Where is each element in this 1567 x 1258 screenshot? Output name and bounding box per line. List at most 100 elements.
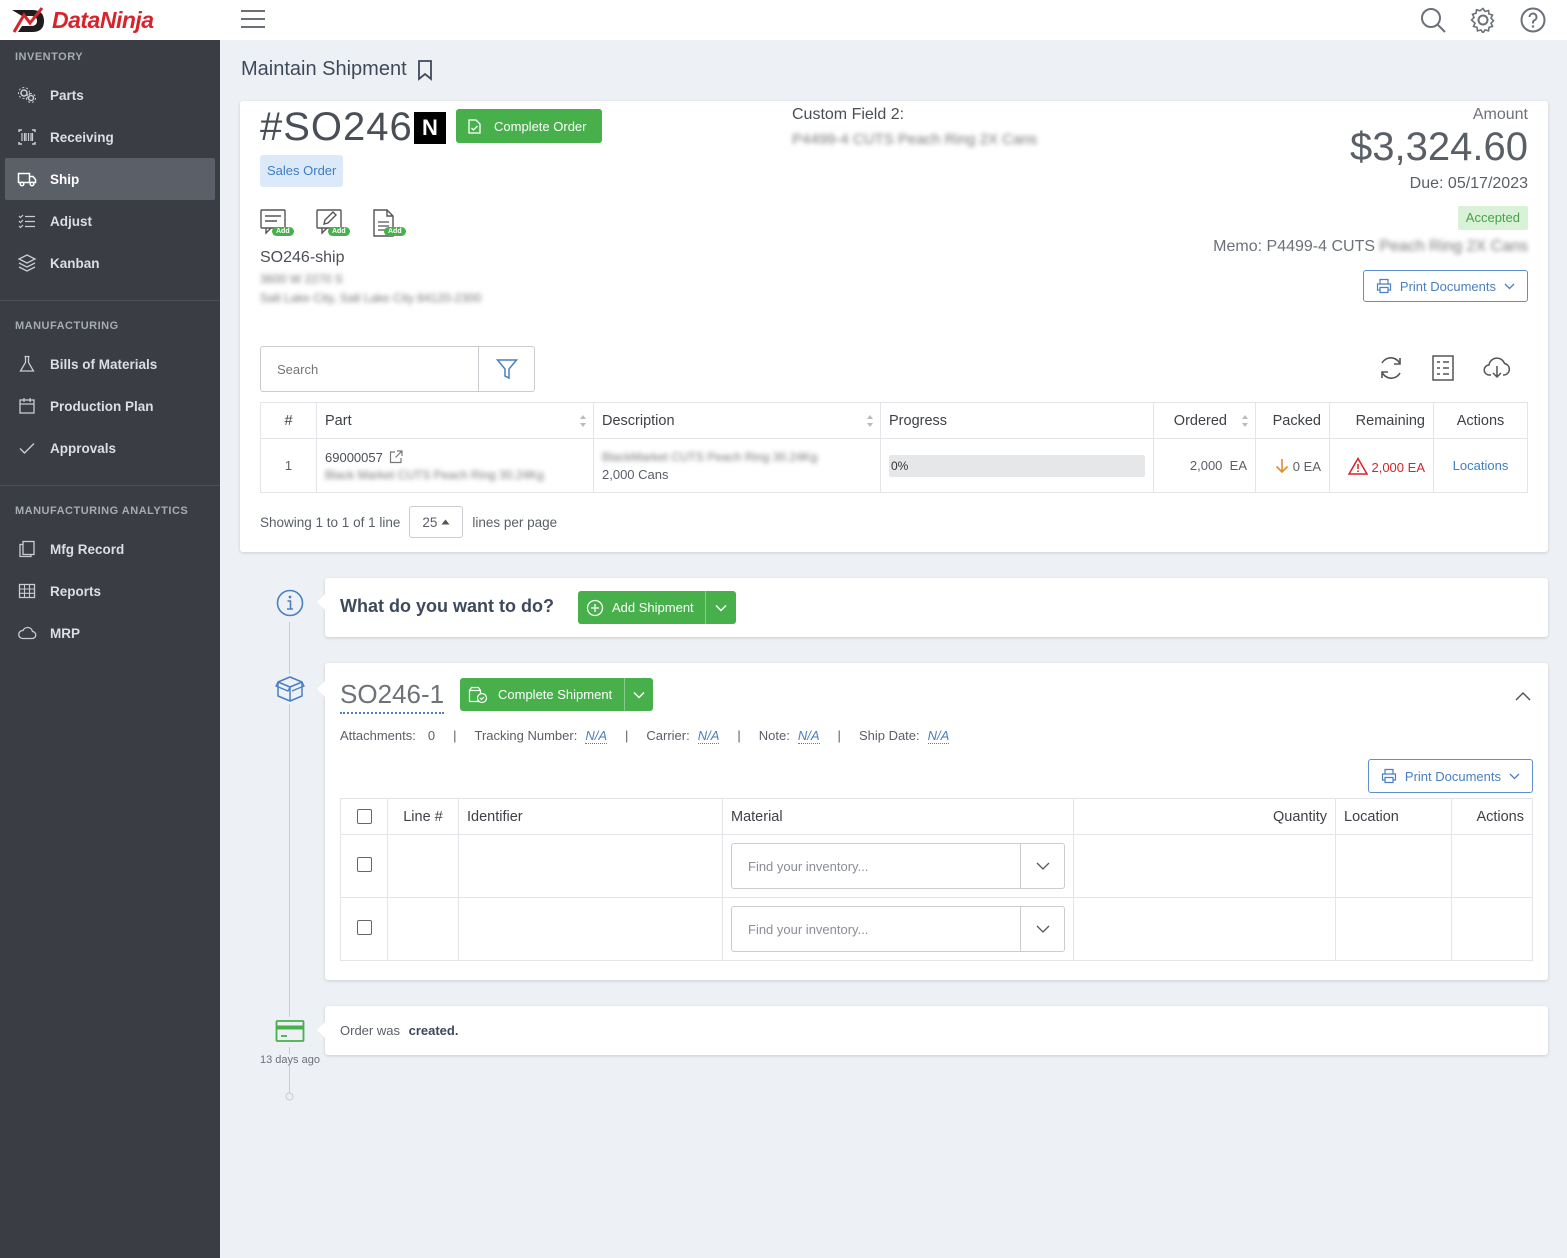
note-value[interactable]: N/A [797,728,820,744]
page-title-text: Maintain Shipment [241,58,407,80]
quantity-cell [1073,834,1336,898]
brand-name: DataNinja [52,6,154,33]
sidebar-item-ship[interactable]: Ship [5,158,215,200]
remaining-unit: EA [1407,459,1425,475]
add-comment-button[interactable]: Add [260,209,294,241]
table-row: Find your inventory... [340,834,1533,898]
complete-shipment-button[interactable]: Complete Shipment [460,678,654,711]
inventory-select[interactable]: Find your inventory... [731,906,1065,952]
help-icon[interactable] [1520,7,1546,33]
due-date: Due: 05/17/2023 [1409,175,1528,192]
ship-date-label: Ship Date: [858,728,920,743]
ship-to-name: SO246-ship [260,249,345,266]
search-icon[interactable] [1420,7,1446,33]
lines-per-page-select[interactable]: 25 [409,506,464,538]
meta-separator: | [453,728,457,743]
sidebar-item-adjust[interactable]: Adjust [5,200,215,242]
column-header-ordered[interactable]: Ordered [1153,402,1256,439]
plus-circle-icon [586,599,604,616]
tracking-value[interactable]: N/A [585,728,607,744]
amount-label: Amount [1472,106,1528,123]
row-checkbox[interactable] [356,920,372,935]
inventory-select[interactable]: Find your inventory... [731,843,1065,889]
box-icon [275,674,305,704]
row-select-cell [340,897,388,961]
location-cell [1335,834,1452,898]
column-header-description[interactable]: Description [593,402,881,439]
ship-to-address-line2: Salt Lake City, Salt Lake City 84120-230… [260,291,482,305]
sidebar-section-manufacturing: MANUFACTURING [15,320,119,332]
event-text: Order was [340,1023,400,1038]
complete-order-button[interactable]: Complete Order [456,109,603,143]
lines-per-page-value: 25 [422,514,438,530]
column-header-label: Ordered [1173,412,1227,429]
add-shipment-button[interactable]: Add Shipment [578,591,736,624]
box-check-icon [468,686,488,703]
sidebar-item-label: Mfg Record [50,541,125,557]
attachments-label: Attachments: [340,728,416,743]
row-checkbox[interactable] [356,857,372,872]
bookmark-icon[interactable] [417,59,433,81]
order-badge: N [414,112,446,144]
event-action: created. [408,1023,459,1038]
packed-unit: EA [1303,458,1321,474]
sidebar-item-approvals[interactable]: Approvals [5,427,215,469]
sidebar-item-mfg-record[interactable]: Mfg Record [5,528,215,570]
add-note-button[interactable]: Add [316,209,350,241]
column-header-location: Location [1335,798,1452,835]
sidebar-item-production-plan[interactable]: Production Plan [5,385,215,427]
sort-icon [580,415,586,427]
search-input[interactable] [261,347,478,391]
add-tag: Add [384,227,406,236]
logo[interactable]: DataNinja [10,5,154,35]
search-box [260,346,535,392]
chevron-up-icon[interactable] [1515,691,1531,701]
sidebar-item-reports[interactable]: Reports [5,570,215,612]
meta-separator: | [837,728,841,743]
cloud-download-icon[interactable] [1483,354,1511,382]
print-documents-label: Print Documents [1399,278,1496,294]
gears-icon [18,87,36,103]
select-all-checkbox[interactable] [356,809,372,825]
shipment-print-documents-button[interactable]: Print Documents [1367,759,1533,793]
locations-link[interactable]: Locations [1453,458,1509,473]
checklist-icon[interactable] [1429,354,1457,382]
dropdown-toggle[interactable] [1020,907,1064,951]
refresh-icon[interactable] [1377,354,1405,382]
attachments-count: 0 [427,728,436,743]
cloud-icon [18,626,37,640]
part-number[interactable]: 69000057 [325,450,383,465]
material-cell: Find your inventory... [722,834,1074,898]
print-documents-button[interactable]: Print Documents [1362,270,1528,302]
order-card: #SO246 N Complete Order Sales Order Add … [240,101,1548,552]
table-header-row: Line # Identifier Material Quantity Loca… [340,798,1533,835]
printer-icon [1376,278,1392,294]
shipment-id[interactable]: SO246-1 [340,678,445,714]
card-pointer [317,594,325,610]
top-bar: DataNinja [0,0,1567,40]
ordered-cell: 2,000 EA [1153,438,1256,493]
sidebar-item-bills-of-materials[interactable]: Bills of Materials [5,343,215,385]
column-header-part[interactable]: Part [316,402,594,439]
sidebar-item-parts[interactable]: Parts [5,74,215,116]
dropdown-toggle[interactable] [1020,844,1064,888]
menu-toggle-icon[interactable] [241,10,265,30]
sidebar-item-mrp[interactable]: MRP [5,612,215,654]
carrier-value[interactable]: N/A [697,728,720,744]
sidebar-item-receiving[interactable]: Receiving [5,116,215,158]
description-cell: BlackMarket CUTS Peach Ring 30.24Kg 2,00… [593,438,881,493]
chevron-down-icon[interactable] [715,604,727,612]
event-message: Order was created. [340,1023,458,1038]
sidebar-item-kanban[interactable]: Kanban [5,242,215,284]
gear-icon[interactable] [1470,7,1496,33]
external-link-icon[interactable] [389,450,403,464]
filter-button[interactable] [478,347,534,391]
logo-icon [12,7,44,33]
progress-label: 0% [891,458,909,473]
add-document-button[interactable]: Add [372,209,406,241]
part-cell: 69000057 Black Market CUTS Peach Ring 30… [316,438,594,493]
ship-date-value[interactable]: N/A [927,728,950,744]
sidebar: INVENTORY Parts Receiving Ship Adjust Ka… [0,40,220,1258]
add-actions: Add Add Add [260,209,406,241]
chevron-down-icon[interactable] [633,691,645,699]
